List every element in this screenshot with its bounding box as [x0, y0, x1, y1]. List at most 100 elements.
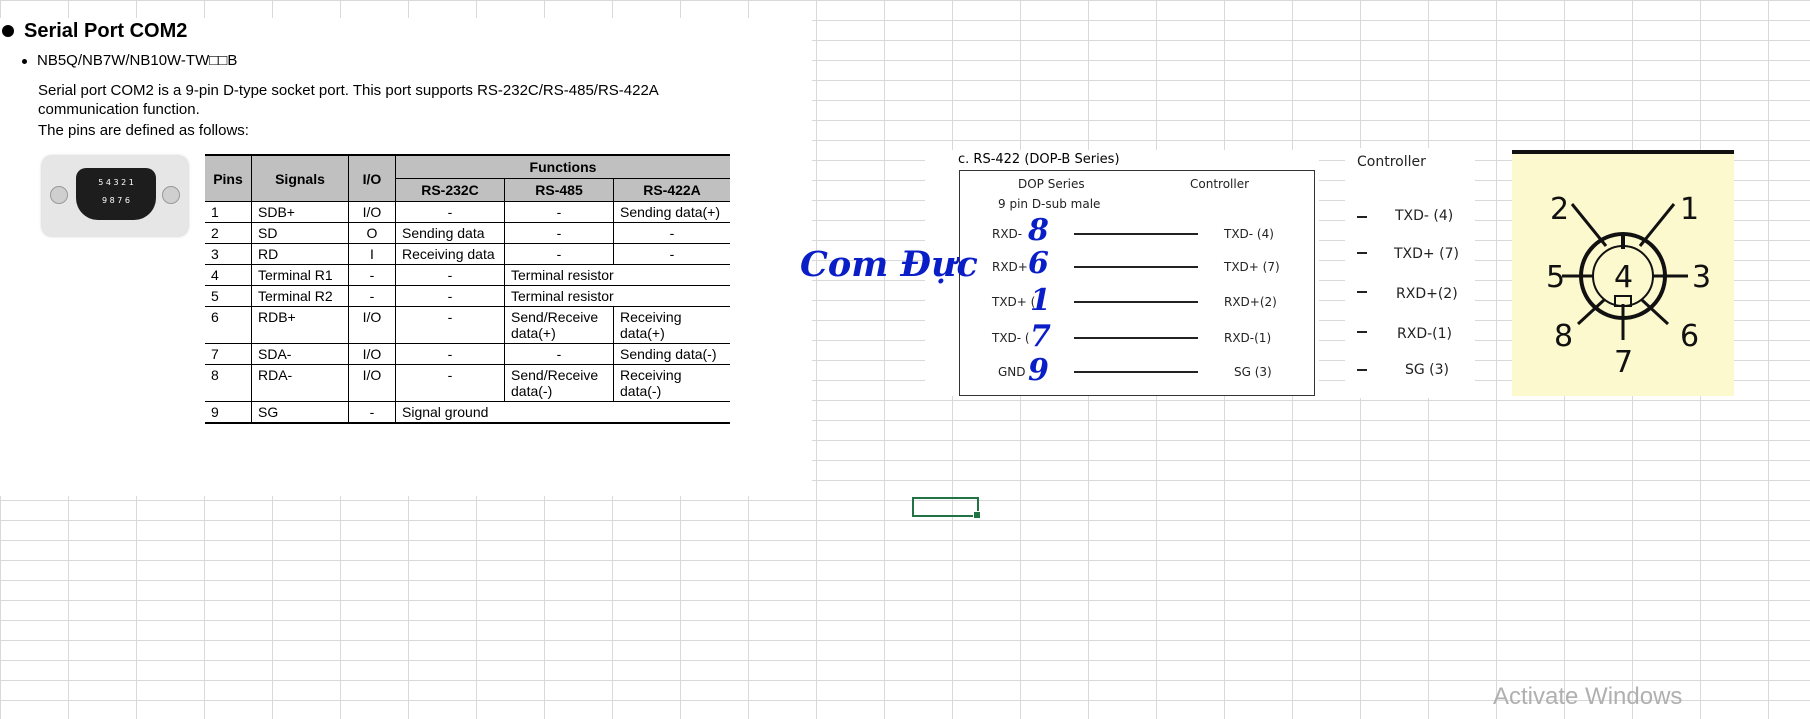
wire-left-label: RXD- [992, 227, 1023, 241]
cell-rs485: - [504, 222, 614, 244]
wire-right-label: RXD-(1) [1224, 331, 1272, 345]
cell-pin: 8 [205, 364, 252, 402]
wire-line [1074, 266, 1198, 268]
cell-io: I/O [348, 364, 396, 402]
selected-cell[interactable] [912, 497, 981, 519]
cell-io: I/O [348, 201, 396, 223]
pin-number: 6 [1028, 246, 1049, 281]
cell-rs485-rs422a: Terminal resistor [504, 264, 730, 286]
model-line: NB5Q/NB7W/NB10W-TW□□B [22, 52, 237, 69]
bullet-icon [2, 25, 14, 38]
pin-definition-table: Pins Signals I/O Functions RS-232C RS-48… [205, 154, 730, 424]
cell-pin: 9 [205, 401, 252, 424]
dash-icon [1357, 291, 1367, 293]
cell-signal: Terminal R2 [251, 285, 349, 307]
overlay-label: Com Đực [800, 244, 978, 285]
db9-connector-image: 5 4 3 2 1 9 8 7 6 [42, 156, 188, 236]
header-functions: Functions [395, 154, 730, 179]
col-controller: Controller [1190, 177, 1250, 191]
header-signals: Signals [251, 154, 349, 202]
din-connector-icon: 1 2 3 4 5 6 7 8 [1546, 192, 1711, 380]
cell-io: - [348, 401, 396, 424]
pin-number: 7 [1030, 319, 1051, 354]
col-dop-series: DOP Series [1018, 177, 1085, 191]
cell-rs485: - [504, 201, 614, 223]
cell-io: I/O [348, 343, 396, 365]
wire-right-label: TXD+ (7) [1224, 260, 1280, 274]
table-row: 6 RDB+ I/O - Send/Receive data(+) Receiving … [205, 306, 730, 344]
screw-icon [50, 186, 68, 204]
rs422-wiring-diagram: c. RS-422 (DOP-B Series) DOP Series Cont… [925, 150, 1319, 396]
din-pin-label: 1 [1680, 192, 1699, 227]
cell-signal: SDA- [251, 343, 349, 365]
wire-left-label: RXD+ [992, 260, 1028, 274]
din-pin-label: 2 [1550, 192, 1569, 227]
cell-io: I/O [348, 306, 396, 344]
cell-signal: SDB+ [251, 201, 349, 223]
section-heading: Serial Port COM2 [0, 20, 187, 43]
header-rs485: RS-485 [504, 178, 614, 202]
din-pin-label: 6 [1680, 319, 1699, 354]
pin-number: 1 [1030, 283, 1051, 318]
cell-pin: 7 [205, 343, 252, 365]
dash-icon [1357, 369, 1367, 371]
din-pinout-image: 1 2 3 4 5 6 7 8 [1512, 150, 1734, 396]
cell-rs232c: - [395, 201, 505, 223]
wire-left-label: TXD+ ( [992, 295, 1036, 309]
cell-rs232c: Receiving data [395, 243, 505, 265]
cell-signal: SD [251, 222, 349, 244]
wire-right-label: SG (3) [1234, 365, 1272, 379]
dash-icon [1357, 216, 1367, 218]
cell-pin: 2 [205, 222, 252, 244]
cell-signal: SG [251, 401, 349, 424]
table-row: 3 RD I Receiving data - - [205, 243, 730, 265]
header-rs422a: RS-422A [613, 178, 730, 202]
din-pin-label: 8 [1554, 319, 1573, 354]
pin-number: 8 [1028, 213, 1049, 248]
cell-rs485: - [504, 243, 614, 265]
cell-signal: RDB+ [251, 306, 349, 344]
wire-line [1074, 337, 1198, 339]
controller-column: Controller TXD- (4) TXD+ (7) RXD+(2) RXD… [1345, 148, 1475, 398]
paragraph-2: communication function. [38, 101, 200, 118]
cell-rs485: - [504, 343, 614, 365]
header-pins: Pins [205, 154, 252, 202]
cell-rs485-rs422a: Terminal resistor [504, 285, 730, 307]
cell-rs232c: Sending data [395, 222, 505, 244]
fill-handle[interactable] [973, 511, 981, 519]
cell-pin: 3 [205, 243, 252, 265]
controller-pin-label: RXD+(2) [1396, 286, 1458, 302]
controller-pin-label: SG (3) [1405, 362, 1450, 378]
cell-io: O [348, 222, 396, 244]
dash-icon [1357, 252, 1367, 254]
controller-pin-label: RXD-(1) [1397, 326, 1452, 342]
table-row: 5 Terminal R2- - Terminal resistor [205, 285, 730, 307]
diagram-frame: DOP Series Controller 9 pin D-sub male R… [959, 170, 1315, 396]
wire-right-label: TXD- (4) [1224, 227, 1274, 241]
cell-io: - [348, 285, 396, 307]
cell-rs485: Send/Receive data(+) [504, 306, 614, 344]
cell-pin: 5 [205, 285, 252, 307]
heading-text: Serial Port COM2 [24, 20, 188, 42]
controller-title: Controller [1357, 154, 1426, 170]
bullet-icon [22, 58, 27, 64]
table-row: 2 SD O Sending data - - [205, 222, 730, 244]
cell-rs232c: - [395, 285, 505, 307]
paragraph-3: The pins are defined as follows: [38, 122, 249, 139]
cell-signal: RDA- [251, 364, 349, 402]
pin-row-bottom: 9 8 7 6 [102, 196, 130, 205]
cell-rs232c: - [395, 306, 505, 344]
cell-functions: Signal ground [395, 401, 730, 424]
wire-line [1074, 233, 1198, 235]
table-row: 7 SDA- I/O - - Sending data(-) [205, 343, 730, 365]
din-pin-label: 5 [1546, 260, 1565, 295]
cell-rs485: Send/Receive data(-) [504, 364, 614, 402]
connector-type: 9 pin D-sub male [998, 197, 1101, 211]
connector-shell: 5 4 3 2 1 9 8 7 6 [76, 168, 156, 220]
wire-right-label: RXD+(2) [1224, 295, 1277, 309]
cell-rs422a: Sending data(+) [613, 201, 730, 223]
cell-rs422a: - [613, 243, 730, 265]
wire-line [1074, 371, 1198, 373]
table-row: 4 Terminal R1- - Terminal resistor [205, 264, 730, 286]
paragraph-1: Serial port COM2 is a 9-pin D-type socke… [38, 82, 659, 99]
